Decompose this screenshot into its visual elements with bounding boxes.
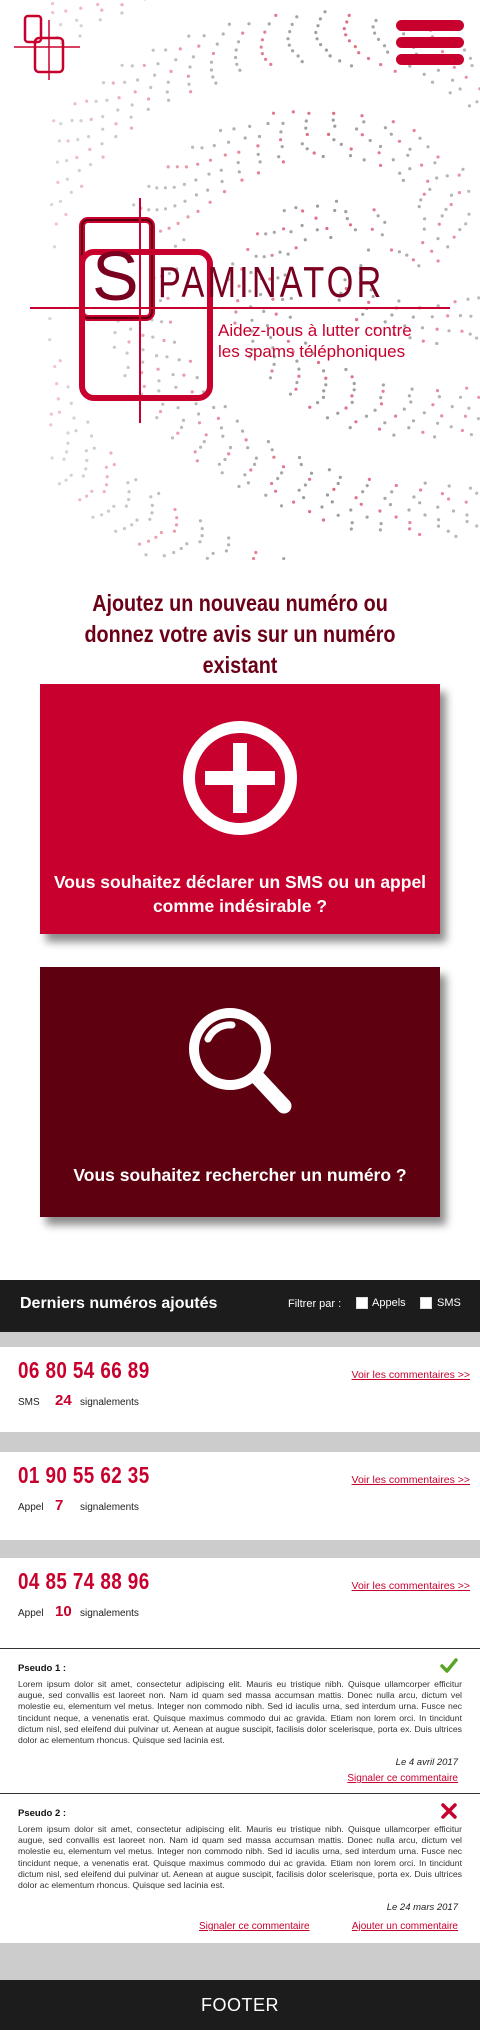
view-comments-link[interactable]: Voir les commentaires >> [352, 1474, 470, 1486]
declare-card-text: Vous souhaitez déclarer un SMS ou un app… [50, 870, 430, 918]
filter-appels-checkbox[interactable] [356, 1297, 368, 1309]
search-number-card[interactable]: Vous souhaitez rechercher un numéro ? [40, 967, 440, 1217]
report-unit: signalements [80, 1397, 139, 1408]
comment-author: Pseudo 2 : [18, 1808, 67, 1819]
hero-banner: S PAMINATOR Aidez-nous à lutter contre l… [0, 0, 480, 560]
view-comments-link[interactable]: Voir les commentaires >> [352, 1369, 470, 1381]
page-headline: Ajoutez un nouveau numéro ou donnez votr… [51, 588, 429, 681]
declare-card-line-1: Vous souhaitez déclarer un SMS ou un app… [53, 872, 427, 892]
view-comments-link[interactable]: Voir les commentaires >> [352, 1580, 470, 1592]
comment-item: Pseudo 2 : Lorem ipsum dolor sit amet, c… [0, 1793, 480, 1943]
logo-letter-s: S [92, 237, 139, 315]
small-logo-icon[interactable] [12, 10, 82, 80]
report-comment-link[interactable]: Signaler ce commentaire [199, 1921, 310, 1932]
comment-body: Lorem ipsum dolor sit amet, consectetur … [18, 1679, 462, 1746]
tagline-line-2: les spams téléphoniques [218, 342, 406, 361]
filter-sms-checkbox[interactable] [420, 1297, 432, 1309]
comment-author: Pseudo 1 : [18, 1663, 67, 1674]
brand-tagline: Aidez-nous à lutter contre les spams tél… [218, 320, 458, 362]
latest-numbers-title: Derniers numéros ajoutés [20, 1295, 218, 1312]
comment-date: Le 24 mars 2017 [386, 1902, 458, 1913]
headline-line-2: donnez votre avis sur un numéro existant [84, 621, 396, 678]
filter-appels-label: Appels [372, 1297, 406, 1309]
report-unit: signalements [80, 1502, 139, 1513]
report-count: 24 [55, 1392, 72, 1409]
separator [0, 1943, 480, 1980]
entry-type: Appel [18, 1502, 44, 1513]
report-count: 10 [55, 1603, 72, 1620]
entry-type: SMS [18, 1397, 40, 1408]
search-card-text: Vous souhaitez rechercher un numéro ? [73, 1165, 407, 1185]
declare-spam-card[interactable]: Vous souhaitez déclarer un SMS ou un app… [40, 684, 440, 934]
cross-icon [441, 1803, 457, 1819]
check-icon [440, 1658, 458, 1673]
separator [0, 1432, 480, 1452]
headline-line-1: Ajoutez un nouveau numéro ou [92, 590, 388, 616]
report-unit: signalements [80, 1608, 139, 1619]
tagline-line-1: Aidez-nous à lutter contre [218, 321, 412, 340]
plus-circle-icon [183, 721, 297, 835]
comment-date: Le 4 avril 2017 [395, 1757, 458, 1768]
magnifier-icon [189, 1008, 292, 1114]
number-entry: 06 80 54 66 89 SMS 24 signalements Voir … [0, 1347, 480, 1432]
number-entry: 01 90 55 62 35 Appel 7 signalements Voir… [0, 1452, 480, 1540]
phone-number: 04 85 74 88 96 [18, 1568, 150, 1594]
report-comment-link[interactable]: Signaler ce commentaire [347, 1773, 458, 1784]
add-comment-link[interactable]: Ajouter un commentaire [352, 1921, 458, 1932]
page-footer: FOOTER [0, 1980, 480, 2030]
report-count: 7 [55, 1497, 64, 1514]
number-entry: 04 85 74 88 96 Appel 10 signalements Voi… [0, 1558, 480, 1648]
comment-body: Lorem ipsum dolor sit amet, consectetur … [18, 1824, 462, 1891]
filter-sms-label: SMS [437, 1297, 461, 1309]
phone-number: 01 90 55 62 35 [18, 1462, 150, 1488]
comment-item: Pseudo 1 : Lorem ipsum dolor sit amet, c… [0, 1648, 480, 1793]
phone-number: 06 80 54 66 89 [18, 1357, 150, 1383]
separator [0, 1540, 480, 1558]
filter-label: Filtrer par : [288, 1298, 342, 1310]
separator [0, 1332, 480, 1347]
declare-card-line-2: comme indésirable ? [152, 896, 328, 916]
entry-type: Appel [18, 1608, 44, 1619]
brand-name: PAMINATOR [158, 258, 385, 307]
latest-numbers-header: Derniers numéros ajoutés Filtrer par : A… [0, 1280, 480, 1332]
hamburger-menu-icon[interactable] [396, 20, 464, 72]
spaminator-logo: S [30, 198, 450, 423]
